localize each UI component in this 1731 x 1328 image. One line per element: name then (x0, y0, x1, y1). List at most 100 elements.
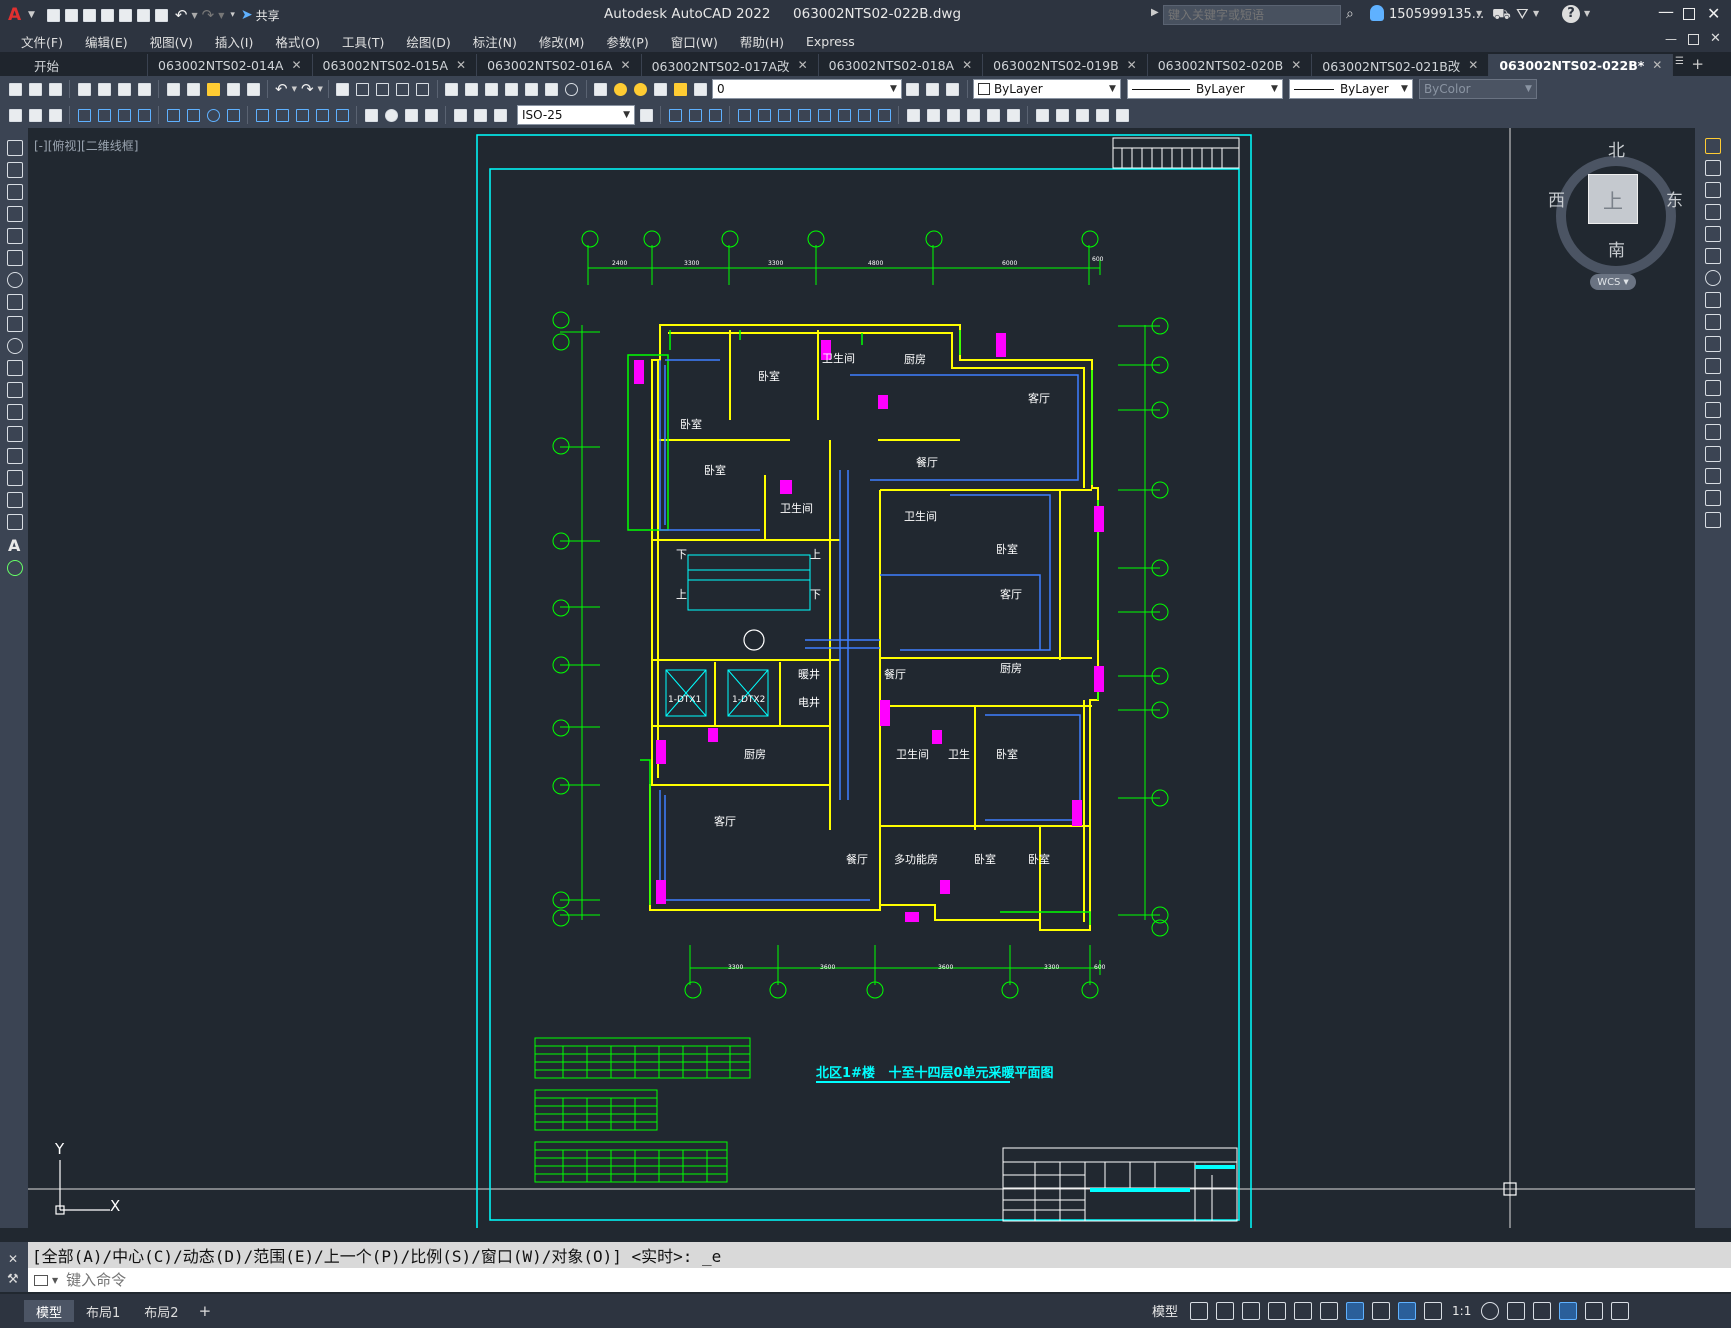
undo-dropdown-icon[interactable]: ▼ (292, 85, 297, 93)
array-tool-icon[interactable] (1705, 226, 1721, 242)
zoom-realtime-icon[interactable] (354, 80, 372, 98)
modify-icon-1[interactable] (735, 106, 753, 124)
help-icon[interactable] (563, 80, 581, 98)
layer-unlock-icon[interactable] (672, 80, 690, 98)
modify-icon-9[interactable] (904, 106, 922, 124)
calculator-icon[interactable] (543, 80, 561, 98)
undo-dropdown-icon[interactable]: ▼ (192, 11, 198, 20)
radius-dim-icon[interactable] (164, 106, 182, 124)
gear-icon[interactable] (1481, 1301, 1500, 1320)
menu-window[interactable]: 窗口(W) (660, 32, 729, 51)
menu-draw[interactable]: 绘图(D) (395, 32, 461, 51)
zoom-window-icon[interactable] (374, 80, 392, 98)
tab-close-icon[interactable]: ✕ (291, 58, 301, 72)
tab-014a[interactable]: 063002NTS02-014A ✕ (148, 54, 313, 76)
hardware-acceleration-icon[interactable] (1559, 1301, 1578, 1320)
tab-017a[interactable]: 063002NTS02-017A改 ✕ (642, 54, 819, 76)
redo-icon[interactable]: ↷ (202, 6, 215, 24)
menu-modify[interactable]: 修改(M) (528, 32, 596, 51)
maximize-icon[interactable] (1683, 8, 1695, 20)
point-tool-icon[interactable] (7, 426, 23, 442)
view-front-icon[interactable] (666, 106, 684, 124)
modify-icon-14[interactable] (1004, 106, 1022, 124)
layer-previous-icon[interactable] (924, 80, 942, 98)
object-snap-icon[interactable] (1346, 1301, 1365, 1320)
layer-match-icon[interactable] (944, 80, 962, 98)
spline-tool-icon[interactable] (7, 316, 23, 332)
menu-dimension[interactable]: 标注(N) (462, 32, 528, 51)
model-space-button[interactable]: 模型 (1152, 1301, 1178, 1320)
auto-scale-icon[interactable] (1424, 1301, 1443, 1320)
layer-thaw-icon[interactable] (632, 80, 650, 98)
arc-tool-icon[interactable] (7, 250, 23, 266)
tab-list-icon[interactable]: ☰ (1675, 56, 1684, 67)
polyline-tool-icon[interactable] (7, 184, 23, 200)
modify-icon-12[interactable] (964, 106, 982, 124)
jogged-dim-icon[interactable] (184, 106, 202, 124)
new-tab-icon[interactable]: + (1691, 55, 1704, 73)
plus-icon[interactable] (1507, 1301, 1526, 1320)
layout-tab-2[interactable]: 布局2 (132, 1300, 190, 1322)
extend-tool-icon[interactable] (1705, 358, 1721, 374)
layout-tab-1[interactable]: 布局1 (74, 1300, 132, 1322)
erase-tool-icon[interactable] (1705, 138, 1721, 154)
menu-parametric[interactable]: 参数(P) (595, 32, 659, 51)
viewcube-top-face[interactable]: 上 (1588, 174, 1638, 224)
autocad-logo-icon[interactable]: A (8, 6, 24, 24)
dim-text-edit-icon[interactable] (471, 106, 489, 124)
rotate-tool-icon[interactable] (1705, 270, 1721, 286)
break-point-tool-icon[interactable] (1705, 380, 1721, 396)
fillet-tool-icon[interactable] (1705, 468, 1721, 484)
clean-screen-icon[interactable] (1585, 1301, 1604, 1320)
3dprint-icon[interactable] (135, 80, 153, 98)
tab-015a[interactable]: 063002NTS02-015A ✕ (313, 54, 478, 76)
save-icon[interactable] (81, 6, 99, 24)
jogged-linear-icon[interactable] (422, 106, 440, 124)
modify-icon-19[interactable] (1113, 106, 1131, 124)
modify-icon-11[interactable] (944, 106, 962, 124)
layer-viewport-icon[interactable] (652, 80, 670, 98)
modify-icon-6[interactable] (835, 106, 853, 124)
plot-icon[interactable] (75, 80, 93, 98)
isodraft-icon[interactable] (1294, 1301, 1313, 1320)
chevron-down-icon[interactable]: ▼ (52, 1276, 58, 1285)
modify-icon-15[interactable] (1033, 106, 1051, 124)
user-icon[interactable] (1370, 5, 1384, 21)
command-prompt-icon[interactable] (34, 1274, 48, 1286)
join-tool-icon[interactable] (1705, 424, 1721, 440)
mirror-tool-icon[interactable] (1705, 182, 1721, 198)
command-close-icon[interactable]: ✕ (8, 1252, 18, 1266)
add-layout-icon[interactable]: + (199, 1302, 212, 1320)
user-dropdown-icon[interactable]: ▼ (1476, 9, 1482, 18)
open-icon[interactable] (63, 6, 81, 24)
inspection-icon[interactable] (402, 106, 420, 124)
share-icon[interactable]: ➤ (241, 7, 253, 23)
minimize-icon[interactable]: — (1658, 2, 1674, 21)
modify-icon-17[interactable] (1073, 106, 1091, 124)
viewcube-east[interactable]: 东 (1666, 186, 1683, 211)
view-back-icon[interactable] (686, 106, 704, 124)
continue-dim-icon[interactable] (293, 106, 311, 124)
tab-close-icon[interactable]: ✕ (798, 58, 808, 72)
baseline-dim-icon[interactable] (273, 106, 291, 124)
annotation-visibility-icon[interactable] (1398, 1301, 1417, 1320)
undo-icon[interactable]: ↶ (275, 80, 288, 98)
mtext-tool-icon[interactable]: A (8, 536, 20, 555)
cut-icon[interactable] (164, 80, 182, 98)
search-input[interactable] (1163, 5, 1341, 25)
doc-minimize-icon[interactable]: — (1665, 32, 1677, 46)
copy-icon[interactable] (184, 80, 202, 98)
drawing-canvas[interactable]: [-][俯视][二维线框] 卧室 卧室 卫生间 厨房 客厅 卧室 餐厅 卫生间 … (28, 128, 1695, 1228)
menu-file[interactable]: 文件(F) (10, 32, 74, 51)
redo-icon[interactable]: ↷ (301, 80, 314, 98)
menu-edit[interactable]: 编辑(E) (74, 32, 139, 51)
redo-dropdown-icon[interactable]: ▼ (318, 85, 323, 93)
tolerance-icon[interactable] (362, 106, 380, 124)
doc-close-icon[interactable]: ✕ (1710, 31, 1721, 46)
quick-dim-icon[interactable] (253, 106, 271, 124)
new-icon[interactable] (45, 6, 63, 24)
pan-icon[interactable] (334, 80, 352, 98)
make-current-layer-icon[interactable] (904, 80, 922, 98)
command-input[interactable] (66, 1271, 867, 1289)
tab-close-icon[interactable]: ✕ (1468, 58, 1478, 72)
